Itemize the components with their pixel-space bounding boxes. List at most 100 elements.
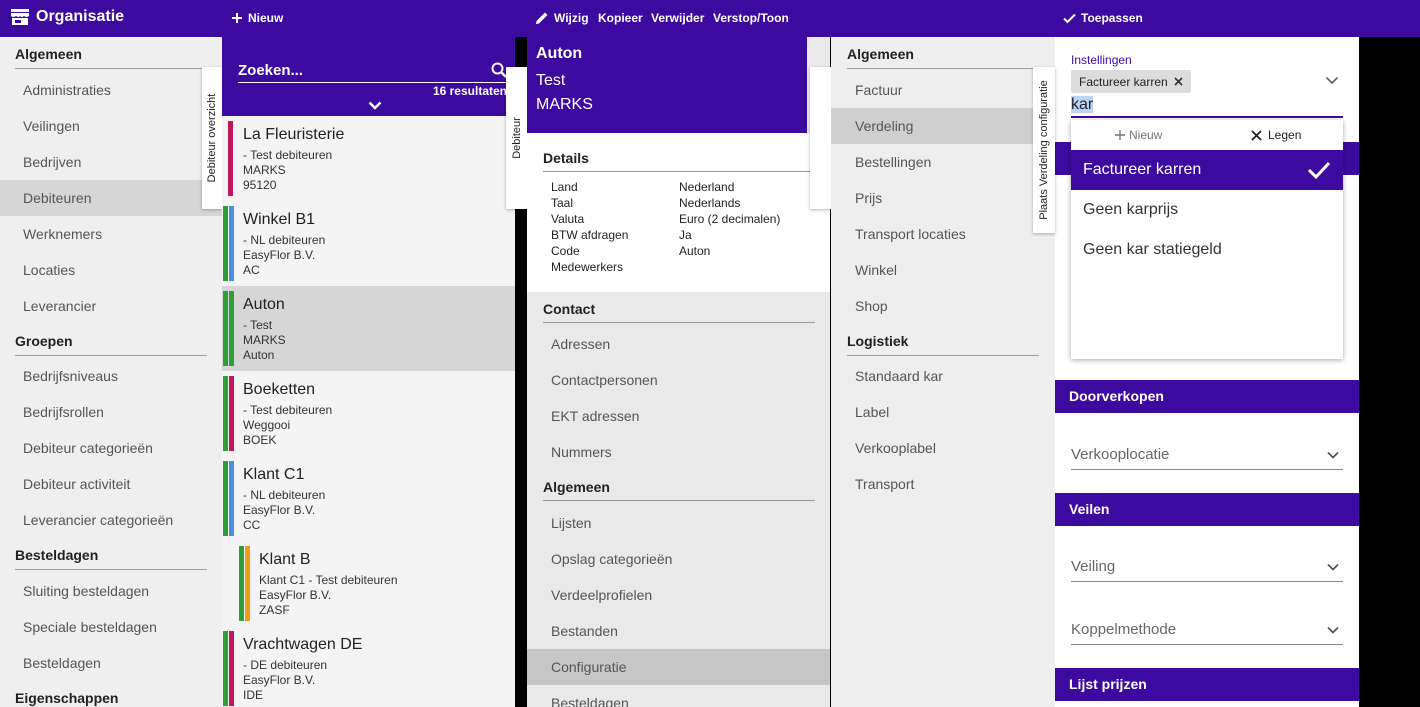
store-icon: [11, 9, 29, 25]
nav-item-closing-order-days[interactable]: Sluiting besteldagen: [0, 573, 222, 609]
dropdown-option[interactable]: Geen karprijs: [1071, 190, 1343, 230]
nav-item-supplier[interactable]: Leverancier: [0, 288, 222, 324]
detail-item-configuration[interactable]: Configuratie: [527, 649, 830, 685]
debtor-group: - DE debiteuren: [243, 658, 328, 672]
dropdown-option-selected[interactable]: Factureer karren: [1071, 150, 1343, 190]
auction-select[interactable]: Veiling: [1071, 558, 1343, 582]
subnav-item-shop[interactable]: Shop: [831, 288, 1055, 324]
detail-item-ekt-addresses[interactable]: EKT adressen: [527, 398, 830, 434]
dropdown-clear-button[interactable]: Legen: [1251, 128, 1301, 142]
settings-search-value: kar: [1071, 96, 1094, 113]
detail-item-files[interactable]: Bestanden: [527, 613, 830, 649]
apply-button[interactable]: Toepassen: [1063, 11, 1143, 25]
new-button[interactable]: Nieuw: [231, 11, 283, 25]
subnav-item-transport-locations[interactable]: Transport locaties: [831, 216, 1055, 252]
sales-location-select[interactable]: Verkooplocatie: [1071, 446, 1343, 470]
debtor-list-item[interactable]: Vrachtwagen DE - DE debiteuren EasyFlor …: [222, 626, 515, 707]
nav-item-order-days[interactable]: Besteldagen: [0, 645, 222, 681]
chip-remove-icon[interactable]: [1174, 77, 1183, 86]
detail-title: Auton: [536, 45, 583, 62]
detail-item-distribution-profiles[interactable]: Verdeelprofielen: [527, 577, 830, 613]
settings-chevron-up-icon[interactable]: [1325, 76, 1339, 85]
general-section-title: Algemeen: [543, 479, 815, 501]
top-toolbar: Organisatie Nieuw Wijzig Kopieer Verwijd…: [0, 0, 1420, 37]
debtor-list-item[interactable]: Winkel B1 - NL debiteuren EasyFlor B.V. …: [222, 201, 515, 286]
debtor-list-item[interactable]: Klant C1 - NL debiteuren EasyFlor B.V. C…: [222, 456, 515, 541]
nav-item-company-levels[interactable]: Bedrijfsniveaus: [0, 358, 222, 394]
plus-icon: [1115, 130, 1125, 140]
subnav-item-transport[interactable]: Transport: [831, 466, 1055, 502]
option-label: Geen karprijs: [1083, 201, 1179, 218]
debtor-code: 95120: [243, 178, 277, 192]
status-color-bar: [229, 206, 234, 281]
search-icon[interactable]: [491, 62, 507, 78]
dropdown-new-button[interactable]: Nieuw: [1115, 128, 1162, 142]
copy-button[interactable]: Kopieer: [598, 11, 643, 25]
debtor-overview-tab[interactable]: Debiteur overzicht: [202, 67, 222, 209]
nav-item-employees[interactable]: Werknemers: [0, 216, 222, 252]
hide-show-button[interactable]: Verstop/Toon: [713, 11, 789, 25]
debtor-code: ZASF: [259, 603, 290, 617]
nav-section-groups: Groepen: [15, 333, 207, 356]
debtor-name: Winkel B1: [243, 211, 316, 228]
link-method-select[interactable]: Koppelmethode: [1071, 621, 1343, 645]
debtor-name: Klant C1: [243, 466, 305, 483]
nav-item-auctions[interactable]: Veilingen: [0, 108, 222, 144]
debtor-code: IDE: [243, 688, 264, 702]
field-value-vat: Ja: [679, 228, 692, 242]
debtor-name: Auton: [243, 296, 285, 313]
debtor-group: - NL debiteuren: [243, 488, 326, 502]
subnav-item-invoice[interactable]: Factuur: [831, 72, 1055, 108]
debtor-list-item[interactable]: La Fleuristerie - Test debiteuren MARKS …: [222, 116, 515, 201]
nav-item-companies[interactable]: Bedrijven: [0, 144, 222, 180]
subnav-item-price[interactable]: Prijs: [831, 180, 1055, 216]
status-color-bar: [223, 461, 228, 536]
expand-filter-icon[interactable]: [368, 101, 382, 110]
subnav-item-store[interactable]: Winkel: [831, 252, 1055, 288]
dropdown-option[interactable]: Geen kar statiegeld: [1071, 230, 1343, 270]
debtor-list-item[interactable]: Klant B Klant C1 - Test debiteuren EasyF…: [222, 541, 515, 626]
detail-item-addresses[interactable]: Adressen: [527, 326, 830, 362]
result-count: 16 resultaten: [432, 84, 507, 98]
subnav-item-orders[interactable]: Bestellingen: [831, 144, 1055, 180]
detail-item-lists[interactable]: Lijsten: [527, 505, 830, 541]
nav-item-supplier-categories[interactable]: Leverancier categorieën: [0, 502, 222, 538]
link-method-placeholder: Koppelmethode: [1071, 621, 1177, 638]
app-title: Organisatie: [10, 8, 124, 26]
nav-item-debtor-activity[interactable]: Debiteur activiteit: [0, 466, 222, 502]
nav-item-debtors[interactable]: Debiteuren: [0, 180, 222, 216]
empty-area: [1359, 37, 1420, 707]
field-label-vat: BTW afdragen: [551, 228, 629, 242]
nav-item-special-order-days[interactable]: Speciale besteldagen: [0, 609, 222, 645]
details-card: Details Land Nederland Taal Nederlands V…: [527, 133, 830, 292]
subnav-item-sales-label[interactable]: Verkooplabel: [831, 430, 1055, 466]
detail-item-numbers[interactable]: Nummers: [527, 434, 830, 470]
debtor-code: Auton: [243, 348, 275, 362]
detail-item-contacts[interactable]: Contactpersonen: [527, 362, 830, 398]
nav-item-debtor-categories[interactable]: Debiteur categorieën: [0, 430, 222, 466]
field-label-language: Taal: [551, 196, 574, 210]
details-section-title: Details: [543, 150, 815, 172]
detail-side-tab[interactable]: [810, 67, 831, 209]
debtor-list-item[interactable]: Boeketten - Test debiteuren Weggooi BOEK: [222, 371, 515, 456]
edit-button[interactable]: Wijzig: [535, 11, 589, 25]
search-input[interactable]: Zoeken...: [238, 62, 508, 83]
distribution-config-tab[interactable]: Plaats Verdeling configuratie: [1033, 67, 1055, 233]
debtor-list-item-selected[interactable]: Auton - Test MARKS Auton: [222, 286, 515, 371]
settings-search-input[interactable]: kar: [1071, 96, 1343, 118]
nav-item-locations[interactable]: Locaties: [0, 252, 222, 288]
nav-item-administrations[interactable]: Administraties: [0, 72, 222, 108]
debtor-group: - Test: [243, 318, 273, 332]
detail-item-order-days[interactable]: Besteldagen: [527, 685, 830, 707]
detail-item-storage-categories[interactable]: Opslag categorieën: [527, 541, 830, 577]
subnav-item-standard-cart[interactable]: Standaard kar: [831, 358, 1055, 394]
debtor-list-panel: Zoeken... 16 resultaten La Fleuristerie …: [222, 37, 515, 707]
debtor-tab[interactable]: Debiteur: [506, 67, 527, 209]
nav-item-company-roles[interactable]: Bedrijfsrollen: [0, 394, 222, 430]
delete-button[interactable]: Verwijder: [651, 11, 704, 25]
subnav-item-label[interactable]: Label: [831, 394, 1055, 430]
subnav-item-distribution[interactable]: Verdeling: [831, 108, 1055, 144]
status-color-bar: [228, 121, 233, 196]
debtor-group: Klant C1 - Test debiteuren: [259, 573, 398, 587]
debtor-company: EasyFlor B.V.: [243, 248, 316, 262]
